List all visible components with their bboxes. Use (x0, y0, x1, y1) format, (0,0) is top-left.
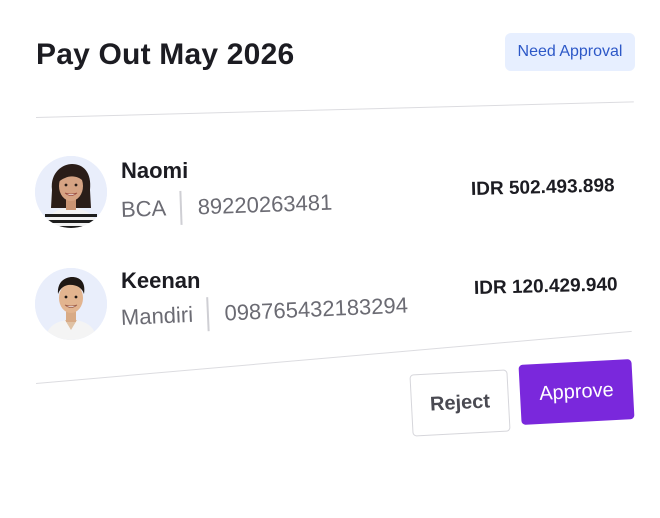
reject-button[interactable]: Reject (409, 369, 511, 437)
avatar (35, 268, 107, 340)
person-avatar-icon (35, 156, 107, 228)
approve-button[interactable]: Approve (518, 359, 635, 425)
payout-amount: IDR 120.429.940 (473, 274, 618, 299)
status-badge: Need Approval (505, 33, 635, 71)
person-avatar-icon (35, 268, 107, 340)
account-number: 89220263481 (197, 189, 333, 220)
account-number: 098765432183294 (223, 292, 409, 326)
separator (206, 297, 210, 332)
payee-bank-details: BCA 89220263481 (120, 186, 333, 227)
payee-name: Keenan (121, 268, 201, 293)
separator (179, 190, 183, 225)
avatar (35, 156, 107, 228)
bank-name: Mandiri (120, 301, 194, 330)
payee-bank-details: Mandiri 098765432183294 (120, 288, 408, 334)
bank-name: BCA (120, 195, 167, 222)
payee-name: Naomi (121, 158, 189, 183)
header-divider (35, 101, 634, 118)
payout-amount: IDR 502.493.898 (470, 175, 615, 200)
page-title: Pay Out May 2026 (36, 38, 295, 71)
payout-card: Pay Out May 2026 Need Approval Naomi BCA… (0, 0, 660, 518)
